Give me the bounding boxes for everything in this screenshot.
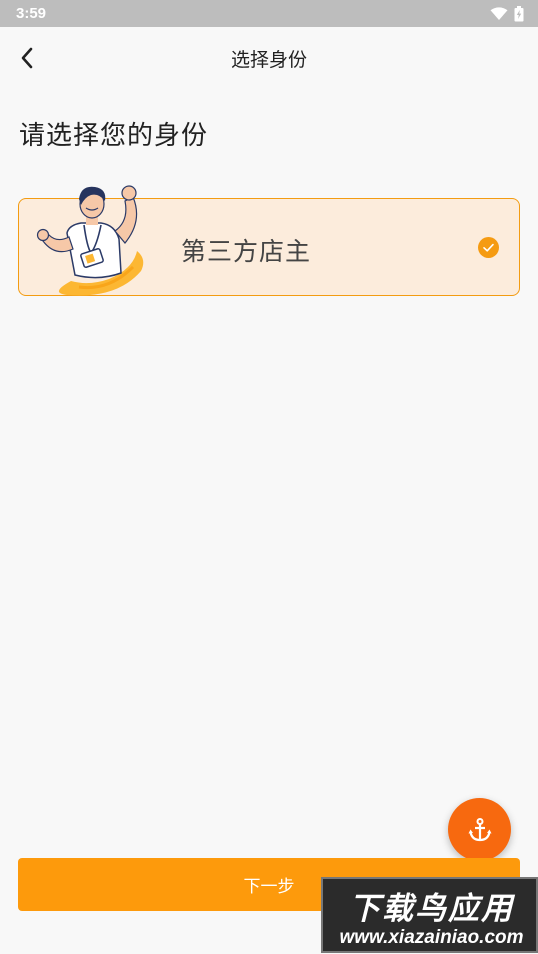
- anchor-float-button[interactable]: [448, 798, 511, 861]
- nav-bar: 选择身份: [0, 27, 538, 89]
- watermark: 下载鸟应用 www.xiazainiao.com: [321, 877, 538, 953]
- shopkeeper-illustration: [36, 185, 144, 296]
- back-button[interactable]: [10, 41, 44, 75]
- wifi-icon: [490, 6, 508, 20]
- section-heading: 请选择您的身份: [19, 121, 209, 151]
- status-icons: [490, 5, 524, 22]
- status-bar: 3:59: [0, 0, 538, 27]
- check-circle-icon: [478, 237, 499, 258]
- anchor-icon: [468, 817, 491, 841]
- watermark-title: 下载鸟应用: [349, 891, 514, 927]
- chevron-left-icon: [21, 47, 33, 69]
- page-title: 选择身份: [230, 48, 307, 71]
- battery-charging-icon: [514, 5, 524, 21]
- watermark-url: www.xiazainiao.com: [339, 927, 524, 948]
- role-option-shop-owner[interactable]: 第三方店主: [18, 185, 520, 296]
- role-label: 第三方店主: [181, 237, 312, 266]
- status-time: 3:59: [16, 5, 47, 22]
